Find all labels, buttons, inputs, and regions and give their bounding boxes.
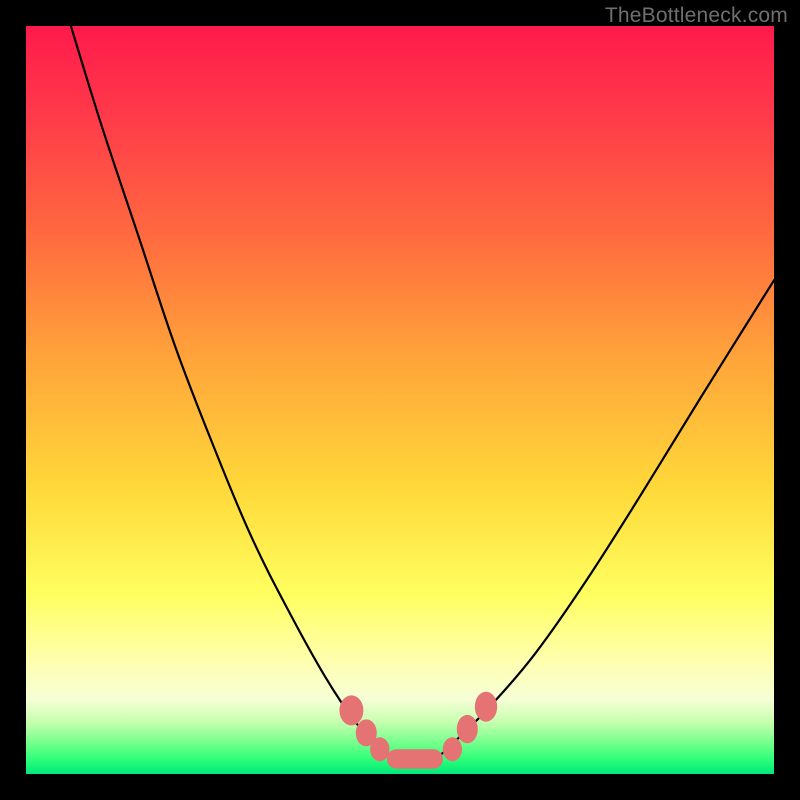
trough-marker	[443, 737, 462, 761]
chart-frame: TheBottleneck.com	[0, 0, 800, 800]
bottleneck-curve	[71, 26, 774, 760]
trough-marker	[339, 695, 363, 725]
watermark-text: TheBottleneck.com	[605, 4, 788, 28]
curve-layer	[26, 26, 774, 774]
trough-marker	[370, 737, 389, 761]
plot-area	[26, 26, 774, 774]
trough-marker-capsule	[387, 749, 443, 768]
trough-markers	[339, 692, 497, 769]
trough-marker	[475, 692, 497, 722]
trough-marker	[457, 715, 478, 743]
